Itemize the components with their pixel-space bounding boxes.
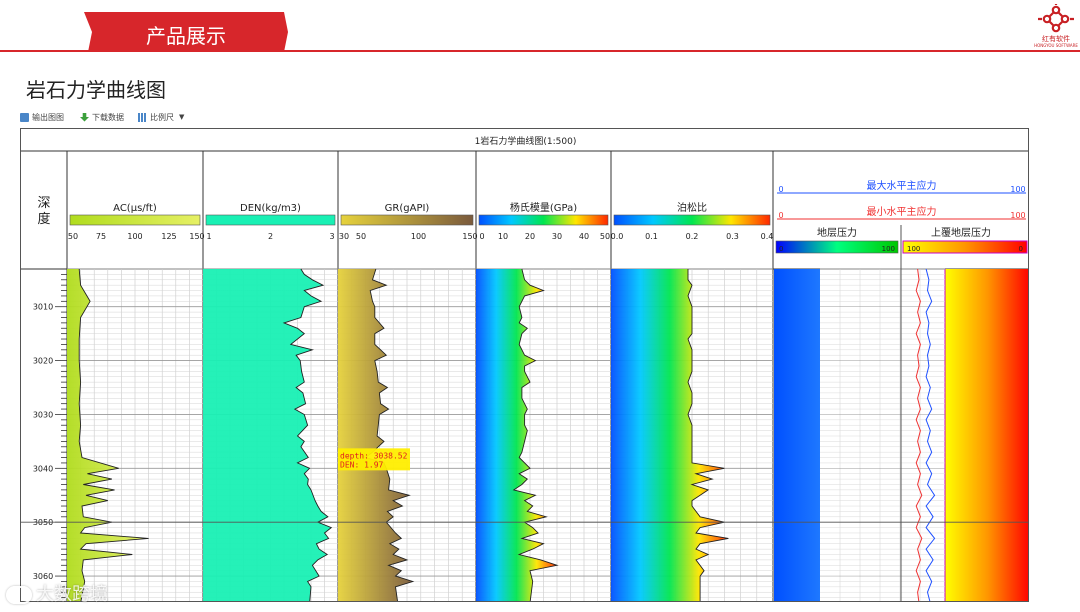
watermark-text: 大数跨境 [36, 584, 108, 605]
logo-subtext: HONGYOU SOFTWARE [1034, 43, 1078, 48]
overburden-label: 上覆地层压力 [931, 226, 991, 239]
track-scale-label: 0.2 [686, 232, 699, 241]
stress-min-label: 最小水平主应力 [867, 205, 937, 218]
track-scale-label: 3 [329, 232, 334, 241]
section-banner: 产品展示 [84, 12, 288, 52]
track-scale-label: 75 [96, 232, 106, 241]
watermark: 大数跨境 [6, 580, 108, 606]
track-scale-label: 0 [479, 232, 484, 241]
track-colorbar [340, 214, 474, 226]
scale-icon [138, 112, 147, 122]
chevron-down-icon: ▼ [179, 113, 185, 121]
scale-label: 比例尺 [150, 112, 174, 122]
export-image-button[interactable]: 输出图图 [20, 110, 64, 124]
depth-tick-label: 3020 [33, 357, 53, 366]
track-scale-label: 50 [356, 232, 366, 241]
stress-min-max: 100 [1010, 211, 1025, 220]
track-title: 泊松比 [677, 201, 707, 214]
track-scale-label: 100 [411, 232, 426, 241]
pore-range-min: 0 [779, 245, 783, 253]
depth-tick-label: 3050 [33, 518, 53, 527]
track-scale-label: 20 [525, 232, 535, 241]
track-4: 泊松比 0.0 0.1 0.2 0.3 0.4 [611, 201, 774, 601]
track-scale-label: 125 [161, 232, 176, 241]
track-scale-label: 100 [127, 232, 142, 241]
track-scale-label: 0.4 [761, 232, 774, 241]
pore-colorbar [775, 240, 899, 254]
track-scale-label: 30 [339, 232, 349, 241]
track-colorbar [613, 214, 771, 226]
pore-range-max: 100 [882, 245, 895, 253]
depth-header-char-2: 度 [37, 211, 50, 227]
track-fill [338, 269, 413, 601]
depth-header-char-1: 深 [37, 196, 50, 211]
track-fill [476, 269, 557, 601]
track-0: AC(μs/ft) 50 75 100 125 150 [67, 203, 205, 601]
track-scale-label: 40 [579, 232, 589, 241]
download-label: 下载数据 [92, 112, 124, 122]
track-scale-label: 50 [600, 232, 610, 241]
min-stress-curve [915, 268, 923, 601]
track-3: 杨氏模量(GPa) 0 10 20 30 40 50 [476, 201, 611, 601]
tooltip: depth: 3038.52DEN: 1.97 [338, 448, 410, 471]
log-chart-svg: 1岩石力学曲线图(1:500)深度30103020303030403050306… [21, 129, 1028, 601]
stress-max-min: 0 [778, 185, 783, 194]
download-icon [80, 112, 89, 122]
tooltip-line-2: DEN: 1.97 [340, 460, 384, 469]
track-colorbar [69, 214, 201, 226]
track-scale-label: 150 [462, 232, 477, 241]
scale-dropdown[interactable]: 比例尺 ▼ [138, 110, 184, 124]
depth-tick-label: 3040 [33, 464, 53, 473]
stress-min-min: 0 [778, 211, 783, 220]
track-scale-label: 0.0 [611, 232, 624, 241]
stress-max-label: 最大水平主应力 [867, 179, 937, 192]
export-label: 输出图图 [32, 112, 64, 122]
pore-pressure-band [774, 269, 820, 601]
depth-tick-label: 3030 [33, 410, 53, 419]
track-scale-label: 50 [68, 232, 78, 241]
track-scale-label: 0.3 [726, 232, 739, 241]
log-chart: 1岩石力学曲线图(1:500) 深度 3010 3020 3030 3040 3050 306… [20, 128, 1029, 602]
page-title: 岩石力学曲线图 [26, 78, 166, 102]
track-title: AC(μs/ft) [113, 203, 157, 214]
track-scale-label: 30 [552, 232, 562, 241]
overburden-colorbar [902, 240, 1028, 254]
track-scale-label: 2 [268, 232, 273, 241]
depth-tick-label: 3010 [33, 303, 53, 312]
track-scale-label: 150 [189, 232, 204, 241]
chart-title: 1岩石力学曲线图(1:500) [475, 135, 577, 147]
track-colorbar [205, 214, 336, 226]
download-data-button[interactable]: 下载数据 [80, 110, 124, 124]
track-title: DEN(kg/m3) [240, 203, 301, 214]
stress-max-max: 100 [1010, 185, 1025, 194]
max-stress-curve [925, 268, 936, 601]
tooltip-line-1: depth: 3038.52 [340, 451, 408, 460]
track-scale-label: 0.1 [645, 232, 658, 241]
watermark-icon [6, 586, 32, 604]
track-fill [611, 269, 729, 601]
track-scale-label: 10 [498, 232, 508, 241]
overburden-range-max: 0 [1019, 245, 1023, 253]
overburden-range-min: 100 [907, 245, 920, 253]
track-fill [203, 269, 332, 601]
overburden-band [945, 269, 1028, 601]
track-title: GR(gAPI) [385, 203, 430, 214]
export-icon [20, 112, 29, 122]
track-1: DEN(kg/m3) 1 2 3 [203, 203, 338, 601]
banner-title: 产品展示 [146, 24, 226, 48]
stress-track: 最大水平主应力 0 100 最小水平主应力 0 100 地层压力 上覆地层压力 0 100 100 0 [774, 179, 1028, 601]
track-2: GR(gAPI) 30 50 100 150 [338, 203, 478, 601]
pore-pressure-label: 地层压力 [817, 226, 857, 239]
track-colorbar [478, 214, 609, 226]
track-title: 杨氏模量(GPa) [510, 201, 577, 214]
track-scale-label: 1 [206, 232, 211, 241]
